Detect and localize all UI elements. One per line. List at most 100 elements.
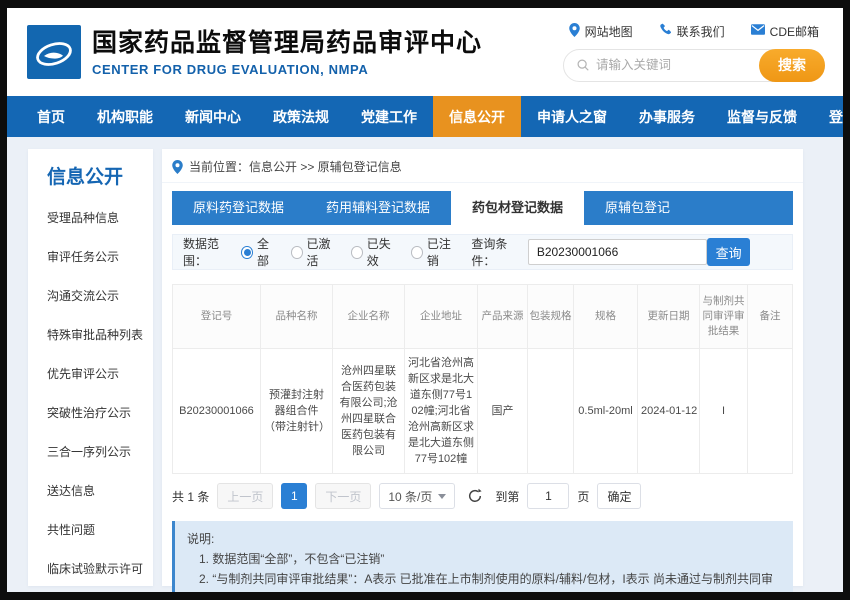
radio-activated[interactable]: 已激活	[291, 235, 338, 269]
link-contact[interactable]: 联系我们	[659, 23, 725, 40]
cell-reg-no: B20230001066	[173, 349, 261, 474]
main-nav: 首页 机构职能 新闻中心 政策法规 党建工作 信息公开 申请人之窗 办事服务 监…	[7, 96, 843, 137]
nav-item-party[interactable]: 党建工作	[345, 96, 433, 137]
radio-cancelled[interactable]: 已注销	[411, 235, 458, 269]
radio-cancelled-control[interactable]	[411, 246, 423, 259]
chevron-down-icon	[438, 494, 446, 499]
nav-item-info-disclosure[interactable]: 信息公开	[433, 96, 521, 137]
col-header-package-spec: 包装规格	[528, 285, 574, 349]
site-header: 国家药品监督管理局药品审评中心 CENTER FOR DRUG EVALUATI…	[7, 8, 843, 96]
radio-expired-label: 已失效	[367, 235, 399, 269]
notes-panel: 说明: 1. 数据范围“全部”，不包含“已注销” 2. “与制剂共同审评审批结果…	[172, 521, 793, 592]
breadcrumb-text: 当前位置：信息公开 >> 原辅包登记信息	[189, 158, 402, 175]
table-row: B20230001066 预灌封注射器组合件（带注射针） 沧州四星联合医药包装有…	[173, 349, 793, 474]
goto-confirm-button[interactable]: 确定	[597, 483, 641, 509]
tab-api-data[interactable]: 原料药登记数据	[172, 191, 305, 225]
filter-bar: 数据范围： 全部 已激活 已失效	[172, 234, 793, 270]
total-count: 共 1 条	[172, 488, 209, 505]
refresh-icon[interactable]	[467, 488, 483, 504]
results-table: 登记号 品种名称 企业名称 企业地址 产品来源 包装规格 规格 更新日期 与制剂…	[172, 284, 793, 474]
nav-item-policies[interactable]: 政策法规	[257, 96, 345, 137]
nav-item-supervision[interactable]: 监督与反馈	[711, 96, 813, 137]
content-area: 信息公开 受理品种信息 审评任务公示 沟通交流公示 特殊审批品种列表 优先审评公…	[7, 137, 843, 592]
cell-remark	[748, 349, 793, 474]
sidebar-title: 信息公开	[47, 162, 147, 186]
page-size-select[interactable]: 10 条/页	[379, 483, 455, 509]
sidebar-item-clinical-trial-license[interactable]: 临床试验默示许可	[47, 549, 147, 588]
sidebar-item-communication[interactable]: 沟通交流公示	[47, 276, 147, 315]
nav-item-registration-platform[interactable]: 登记备案平台	[813, 96, 843, 137]
cell-package-spec	[528, 349, 574, 474]
cell-origin: 国产	[478, 349, 528, 474]
mail-icon	[751, 24, 765, 38]
cell-update-date: 2024-01-12	[638, 349, 700, 474]
tab-raw-aux-pack-registration[interactable]: 原辅包登记	[584, 191, 691, 225]
site-title: 国家药品监督管理局药品审评中心	[92, 28, 482, 59]
next-page-button[interactable]: 下一页	[315, 483, 371, 509]
radio-expired[interactable]: 已失效	[351, 235, 398, 269]
nav-item-news[interactable]: 新闻中心	[169, 96, 257, 137]
search-icon	[576, 58, 590, 72]
col-header-address: 企业地址	[405, 285, 478, 349]
link-mail-label: CDE邮箱	[770, 23, 819, 40]
sidebar-item-delivery-info[interactable]: 送达信息	[47, 471, 147, 510]
data-range-radio-group: 全部 已激活 已失效 已注销	[241, 235, 458, 269]
sidebar-item-special-approval[interactable]: 特殊审批品种列表	[47, 315, 147, 354]
col-header-remark: 备注	[748, 285, 793, 349]
radio-activated-label: 已激活	[307, 235, 339, 269]
tab-packaging-data[interactable]: 药包材登记数据	[451, 191, 584, 225]
page: 国家药品监督管理局药品审评中心 CENTER FOR DRUG EVALUATI…	[7, 8, 843, 592]
data-range-label: 数据范围：	[183, 235, 237, 269]
sidebar-item-review-tasks[interactable]: 审评任务公示	[47, 237, 147, 276]
location-pin-icon	[172, 160, 183, 174]
radio-cancelled-label: 已注销	[427, 235, 459, 269]
search-input[interactable]	[596, 58, 759, 72]
table-header-row: 登记号 品种名称 企业名称 企业地址 产品来源 包装规格 规格 更新日期 与制剂…	[173, 285, 793, 349]
link-mail[interactable]: CDE邮箱	[751, 23, 819, 40]
brand-home-link[interactable]: 国家药品监督管理局药品审评中心 CENTER FOR DRUG EVALUATI…	[27, 25, 482, 79]
cell-review-result: I	[700, 349, 748, 474]
query-condition-label: 查询条件：	[471, 235, 525, 269]
sidebar-item-priority-review[interactable]: 优先审评公示	[47, 354, 147, 393]
goto-page-unit: 页	[577, 488, 589, 505]
sidebar-item-accepted-products[interactable]: 受理品种信息	[47, 198, 147, 237]
query-condition-input[interactable]	[528, 239, 708, 265]
breadcrumb: 当前位置：信息公开 >> 原辅包登记信息	[162, 149, 803, 183]
cell-product-name: 预灌封注射器组合件（带注射针）	[261, 349, 333, 474]
radio-activated-control[interactable]	[291, 246, 303, 259]
query-button[interactable]: 查询	[707, 238, 750, 266]
nav-item-applicant-window[interactable]: 申请人之窗	[521, 96, 623, 137]
sidebar: 信息公开 受理品种信息 审评任务公示 沟通交流公示 特殊审批品种列表 优先审评公…	[28, 149, 153, 586]
sidebar-item-breakthrough-therapy[interactable]: 突破性治疗公示	[47, 393, 147, 432]
col-header-update-date: 更新日期	[638, 285, 700, 349]
quick-links: 网站地图 联系我们 CDE邮箱	[569, 23, 819, 40]
pagination: 共 1 条 上一页 1 下一页 10 条/页 到第 页 确定	[172, 483, 793, 509]
radio-expired-control[interactable]	[351, 246, 363, 259]
cde-logo-icon	[27, 25, 81, 79]
sidebar-item-common-issues[interactable]: 共性问题	[47, 510, 147, 549]
notes-title: 说明:	[187, 529, 781, 549]
site-search: 搜索	[563, 49, 825, 82]
goto-page-input[interactable]	[527, 483, 569, 509]
sidebar-item-three-in-one[interactable]: 三合一序列公示	[47, 432, 147, 471]
location-pin-icon	[569, 23, 580, 40]
link-contact-label: 联系我们	[677, 23, 725, 40]
nav-item-functions[interactable]: 机构职能	[81, 96, 169, 137]
cell-spec: 0.5ml-20ml	[574, 349, 638, 474]
site-subtitle: CENTER FOR DRUG EVALUATION, NMPA	[92, 62, 482, 77]
col-header-company: 企业名称	[333, 285, 405, 349]
nav-item-services[interactable]: 办事服务	[623, 96, 711, 137]
radio-all[interactable]: 全部	[241, 235, 277, 269]
phone-icon	[659, 23, 672, 39]
search-button[interactable]: 搜索	[759, 49, 825, 82]
nav-item-home[interactable]: 首页	[21, 96, 81, 137]
radio-all-control[interactable]	[241, 246, 253, 259]
col-header-spec: 规格	[574, 285, 638, 349]
note-item-1: 1. 数据范围“全部”，不包含“已注销”	[187, 549, 781, 569]
tab-excipient-data[interactable]: 药用辅料登记数据	[305, 191, 451, 225]
page-size-value: 10 条/页	[388, 488, 432, 505]
link-sitemap[interactable]: 网站地图	[569, 23, 633, 40]
prev-page-button[interactable]: 上一页	[217, 483, 273, 509]
col-header-review-result: 与制剂共同审评审批结果	[700, 285, 748, 349]
page-number-1[interactable]: 1	[281, 483, 307, 509]
